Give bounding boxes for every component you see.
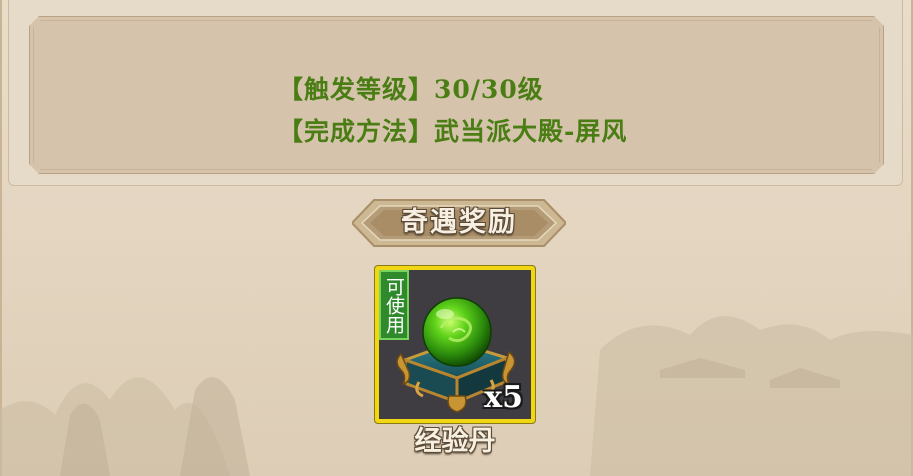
- item-name: 经验丹: [414, 426, 496, 457]
- usable-tag-label: 可使用: [383, 276, 405, 334]
- completion-method-text: 【完成方法】武当派大殿-屏风: [278, 117, 628, 146]
- reward-title: 奇遇奖励: [401, 207, 517, 238]
- trigger-level-text: 【触发等级】30/30级: [278, 75, 544, 104]
- usable-tag: 可使用: [379, 270, 409, 340]
- event-info-panel: 【触发等级】30/30级 【完成方法】武当派大殿-屏风: [8, 0, 903, 186]
- reward-item-slot[interactable]: 可使用 x5: [375, 266, 535, 423]
- reward-title-banner: 奇遇奖励: [352, 196, 566, 250]
- event-detail-box: 【触发等级】30/30级 【完成方法】武当派大殿-屏风: [29, 16, 884, 174]
- item-quantity: x5: [484, 380, 523, 415]
